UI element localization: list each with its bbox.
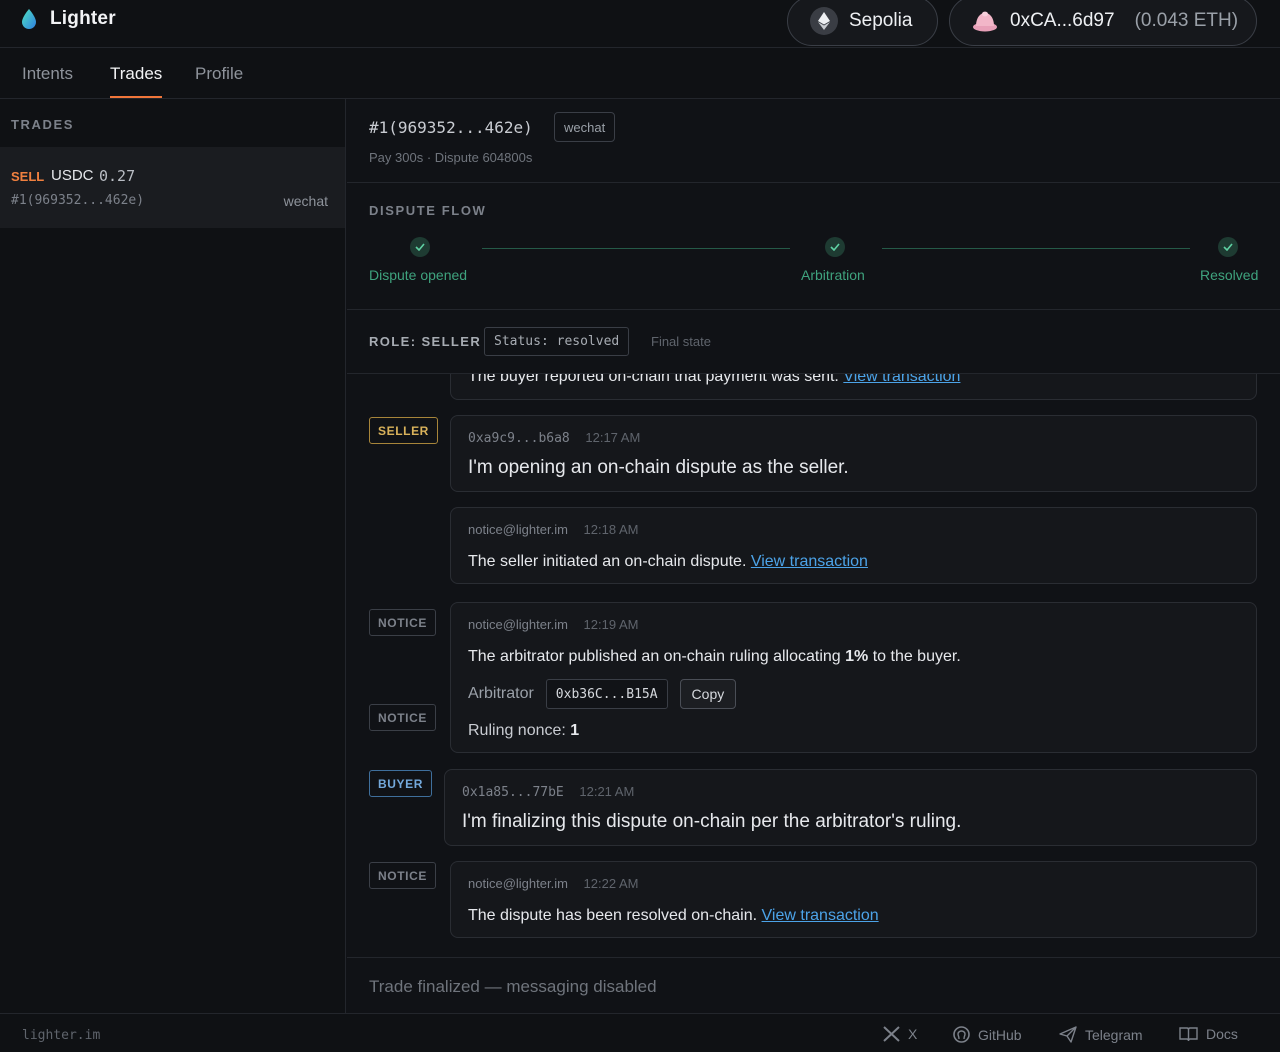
trades-sidebar: TRADES SELL USDC 0.27 #1(969352...462e) … bbox=[0, 99, 346, 1013]
trade-id: #1(969352...462e) bbox=[11, 193, 145, 208]
wallet-address: 0xCA...6d97 bbox=[1010, 10, 1115, 31]
trade-header: #1(969352...462e) wechat Pay 300s · Disp… bbox=[347, 99, 1280, 183]
tab-profile[interactable]: Profile bbox=[195, 64, 243, 84]
x-icon bbox=[883, 1026, 900, 1042]
view-transaction-link[interactable]: View transaction bbox=[762, 907, 879, 924]
message-text: The buyer reported on-chain that payment… bbox=[468, 374, 960, 386]
check-icon bbox=[1218, 237, 1238, 257]
footer: lighter.im X GitHub Telegram Docs bbox=[0, 1013, 1280, 1052]
message-bubble: The buyer reported on-chain that payment… bbox=[450, 374, 1257, 400]
view-transaction-link[interactable]: View transaction bbox=[751, 553, 868, 570]
nav-tabs: Intents Trades Profile bbox=[0, 48, 1280, 99]
arbitrator-row: Arbitrator 0xb36C...B15A Copy bbox=[468, 679, 737, 709]
trade-list-item[interactable]: SELL USDC 0.27 #1(969352...462e) wechat bbox=[0, 147, 345, 228]
footer-domain: lighter.im bbox=[22, 1028, 101, 1043]
message-time: 12:21 AM bbox=[579, 784, 635, 799]
final-state-label: Final state bbox=[651, 334, 711, 349]
book-icon bbox=[1179, 1027, 1198, 1042]
trade-side: SELL bbox=[11, 169, 45, 184]
droplet-logo-icon bbox=[22, 9, 36, 29]
tab-trades[interactable]: Trades bbox=[110, 64, 163, 98]
ethereum-icon bbox=[810, 7, 838, 35]
wallet-balance: (0.043 ETH) bbox=[1134, 10, 1239, 31]
network-selector-button[interactable]: Sepolia bbox=[787, 0, 938, 46]
role-badge-notice: NOTICE bbox=[369, 862, 436, 889]
message-sender: notice@lighter.im bbox=[468, 617, 568, 632]
tab-intents[interactable]: Intents bbox=[22, 64, 73, 84]
trade-title: #1(969352...462e) bbox=[369, 118, 533, 137]
view-transaction-link[interactable]: View transaction bbox=[843, 374, 960, 385]
flow-connector bbox=[482, 248, 790, 249]
send-icon bbox=[1059, 1026, 1077, 1043]
flow-step-arbitration: Arbitration bbox=[801, 267, 865, 283]
message-text: The arbitrator published an on-chain rul… bbox=[468, 648, 961, 665]
message-sender: notice@lighter.im bbox=[468, 876, 568, 891]
trade-timers: Pay 300s · Dispute 604800s bbox=[369, 150, 533, 165]
wallet-avatar-icon bbox=[973, 11, 997, 32]
message-text: I'm opening an on-chain dispute as the s… bbox=[468, 457, 849, 478]
arbitrator-label: Arbitrator bbox=[468, 685, 534, 702]
message-text: The dispute has been resolved on-chain. … bbox=[468, 907, 879, 924]
message-time: 12:18 AM bbox=[583, 522, 639, 537]
arbitrator-address: 0xb36C...B15A bbox=[545, 679, 668, 709]
dispute-flow: DISPUTE FLOW Dispute opened Arbitration … bbox=[347, 183, 1280, 310]
message-sender: 0x1a85...77bE bbox=[462, 785, 564, 800]
trade-token: USDC bbox=[51, 167, 94, 184]
status-badge: Status: resolved bbox=[484, 327, 630, 356]
trade-amount: 0.27 bbox=[99, 167, 136, 185]
sidebar-title: TRADES bbox=[11, 117, 75, 132]
flow-title: DISPUTE FLOW bbox=[369, 203, 487, 218]
message-sender: notice@lighter.im bbox=[468, 522, 568, 537]
message-feed[interactable]: The buyer reported on-chain that payment… bbox=[347, 374, 1280, 957]
flow-step-resolved: Resolved bbox=[1200, 267, 1259, 283]
message-text: I'm finalizing this dispute on-chain per… bbox=[462, 811, 962, 832]
role-badge-seller: SELLER bbox=[369, 417, 438, 444]
footer-link-github[interactable]: GitHub bbox=[953, 1026, 1022, 1043]
check-icon bbox=[825, 237, 845, 257]
copy-button[interactable]: Copy bbox=[679, 679, 737, 709]
composer-disabled-text: Trade finalized — messaging disabled bbox=[369, 977, 657, 996]
ruling-nonce: Ruling nonce: 1 bbox=[468, 722, 580, 739]
footer-link-telegram[interactable]: Telegram bbox=[1059, 1026, 1143, 1043]
role-bar: ROLE: SELLER Status: resolved Final stat… bbox=[347, 310, 1280, 374]
message-text: The seller initiated an on-chain dispute… bbox=[468, 553, 868, 570]
payment-method-tag: wechat bbox=[554, 112, 616, 142]
role-badge-buyer: BUYER bbox=[369, 770, 433, 797]
flow-connector bbox=[882, 248, 1190, 249]
ruling-percent: 1% bbox=[845, 648, 869, 665]
message-time: 12:22 AM bbox=[583, 876, 639, 891]
brand-name: Lighter bbox=[50, 8, 116, 29]
check-icon bbox=[410, 237, 430, 257]
trade-method: wechat bbox=[283, 193, 328, 209]
wallet-button[interactable]: 0xCA...6d97 (0.043 ETH) bbox=[949, 0, 1257, 46]
brand[interactable]: Lighter bbox=[20, 8, 116, 30]
footer-link-docs[interactable]: Docs bbox=[1179, 1026, 1238, 1042]
message-bubble: notice@lighter.im 12:18 AM The seller in… bbox=[450, 507, 1257, 584]
role-badge-notice: NOTICE bbox=[369, 609, 436, 636]
message-bubble: notice@lighter.im 12:22 AM The dispute h… bbox=[450, 861, 1257, 938]
footer-link-x[interactable]: X bbox=[883, 1026, 917, 1042]
message-bubble: 0x1a85...77bE 12:21 AM I'm finalizing th… bbox=[444, 769, 1257, 846]
role-label: ROLE: SELLER bbox=[369, 334, 482, 349]
github-icon bbox=[953, 1026, 970, 1043]
network-name: Sepolia bbox=[849, 10, 913, 31]
message-bubble: notice@lighter.im 12:19 AM The arbitrato… bbox=[450, 602, 1257, 753]
message-time: 12:17 AM bbox=[585, 430, 641, 445]
flow-step-opened: Dispute opened bbox=[369, 267, 468, 283]
message-sender: 0xa9c9...b6a8 bbox=[468, 431, 570, 446]
message-composer: Trade finalized — messaging disabled bbox=[347, 957, 1280, 1013]
role-badge-notice: NOTICE bbox=[369, 704, 436, 731]
trade-detail: #1(969352...462e) wechat Pay 300s · Disp… bbox=[347, 99, 1280, 1013]
message-bubble: 0xa9c9...b6a8 12:17 AM I'm opening an on… bbox=[450, 415, 1257, 492]
message-time: 12:19 AM bbox=[583, 617, 639, 632]
top-bar: Lighter Sepolia 0xCA...6d97 (0.043 ETH) bbox=[0, 0, 1280, 48]
